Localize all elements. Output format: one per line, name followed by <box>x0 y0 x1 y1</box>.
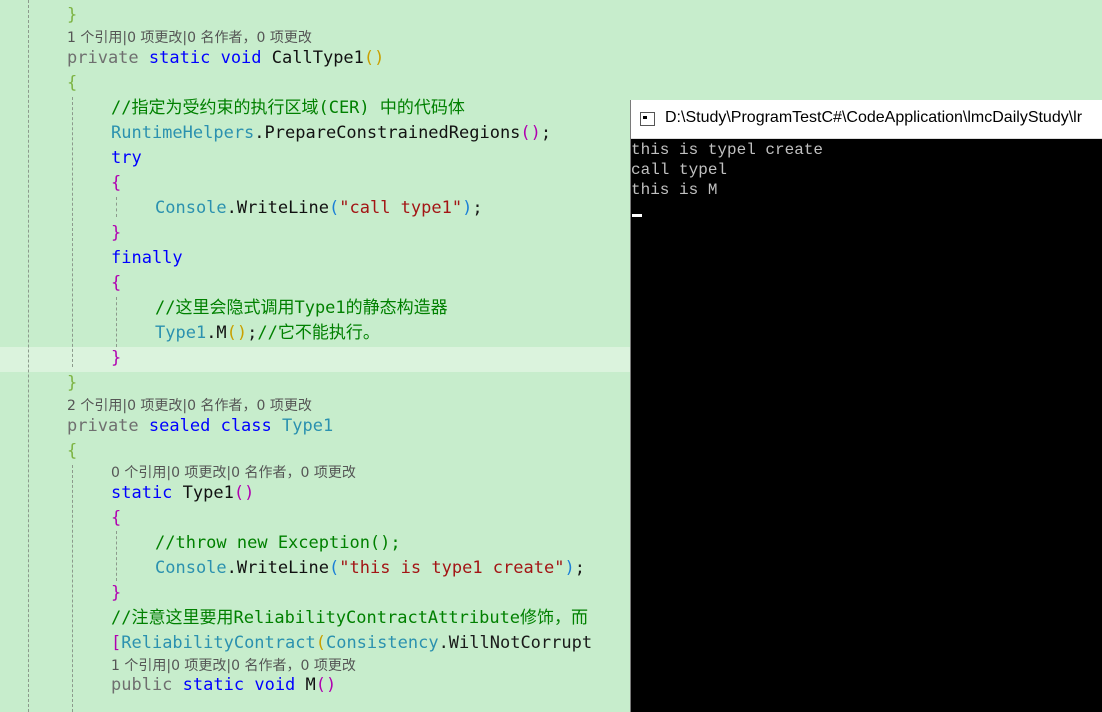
parens: () <box>233 483 255 503</box>
parens: () <box>315 675 337 695</box>
brace: { <box>67 441 78 461</box>
code-line: } <box>0 3 1102 28</box>
parens: () <box>520 123 541 143</box>
string-literal: "call type1" <box>339 198 463 218</box>
method-name[interactable]: M <box>306 675 316 695</box>
string-literal: "this is type1 create" <box>339 558 565 578</box>
method-call[interactable]: PrepareConstrainedRegions <box>265 123 521 143</box>
constructor-name[interactable]: Type1 <box>183 483 234 503</box>
attribute-name[interactable]: ReliabilityContract <box>121 633 315 653</box>
brace: } <box>111 583 122 603</box>
keyword-static: static <box>111 483 173 503</box>
keyword-try: try <box>111 148 142 168</box>
brace: { <box>111 508 122 528</box>
keyword-static: static <box>182 675 245 695</box>
comment: //它不能执行。 <box>257 323 380 343</box>
method-name[interactable]: CallType1 <box>272 48 364 68</box>
brace: { <box>67 73 78 93</box>
keyword-private: private <box>67 48 139 68</box>
code-line-method-signature: private static void CallType1() <box>0 46 1102 71</box>
method-call[interactable]: .M <box>206 323 226 343</box>
class-name[interactable]: Type1 <box>282 416 333 436</box>
brace: { <box>111 273 122 293</box>
parens: () <box>363 48 385 68</box>
class-name[interactable]: Console <box>155 198 227 218</box>
class-name[interactable]: Console <box>155 558 227 578</box>
brace: } <box>111 223 122 243</box>
console-window-icon[interactable] <box>640 112 655 126</box>
keyword-public: public <box>111 675 173 695</box>
method-call[interactable]: .WriteLine <box>227 558 329 578</box>
comment: //指定为受约束的执行区域(CER) 中的代码体 <box>111 98 465 118</box>
keyword-class: class <box>220 416 272 436</box>
brace: } <box>111 348 122 368</box>
class-name[interactable]: RuntimeHelpers <box>111 123 254 143</box>
console-window[interactable]: D:\Study\ProgramTestC#\CodeApplication\l… <box>630 100 1102 712</box>
keyword-void: void <box>254 675 296 695</box>
keyword-finally: finally <box>111 248 183 268</box>
comment: //注意这里要用ReliabilityContractAttribute修饰，而 <box>111 608 589 628</box>
comment: //这里会隐式调用Type1的静态构造器 <box>155 298 448 318</box>
console-cursor <box>632 214 642 217</box>
console-output-line: this is M <box>631 181 718 199</box>
enum-name[interactable]: Consistency <box>326 633 439 653</box>
keyword-sealed: sealed <box>148 416 211 436</box>
keyword-void: void <box>220 48 262 68</box>
keyword-static: static <box>148 48 211 68</box>
class-name[interactable]: Type1 <box>155 323 206 343</box>
method-call[interactable]: .WriteLine <box>227 198 329 218</box>
code-line: { <box>0 71 1102 96</box>
console-title-bar[interactable]: D:\Study\ProgramTestC#\CodeApplication\l… <box>631 100 1102 139</box>
brace: { <box>111 173 122 193</box>
console-output-line: this is typel create <box>631 141 824 159</box>
console-output[interactable]: this is typel create call typel this is … <box>631 140 1102 712</box>
brace: } <box>67 373 78 393</box>
brace: } <box>67 5 78 25</box>
console-output-line: call typel <box>631 161 728 179</box>
console-title: D:\Study\ProgramTestC#\CodeApplication\l… <box>665 109 1083 126</box>
comment: //throw new Exception(); <box>155 533 401 553</box>
keyword-private: private <box>67 416 139 436</box>
parens: () <box>226 323 248 343</box>
